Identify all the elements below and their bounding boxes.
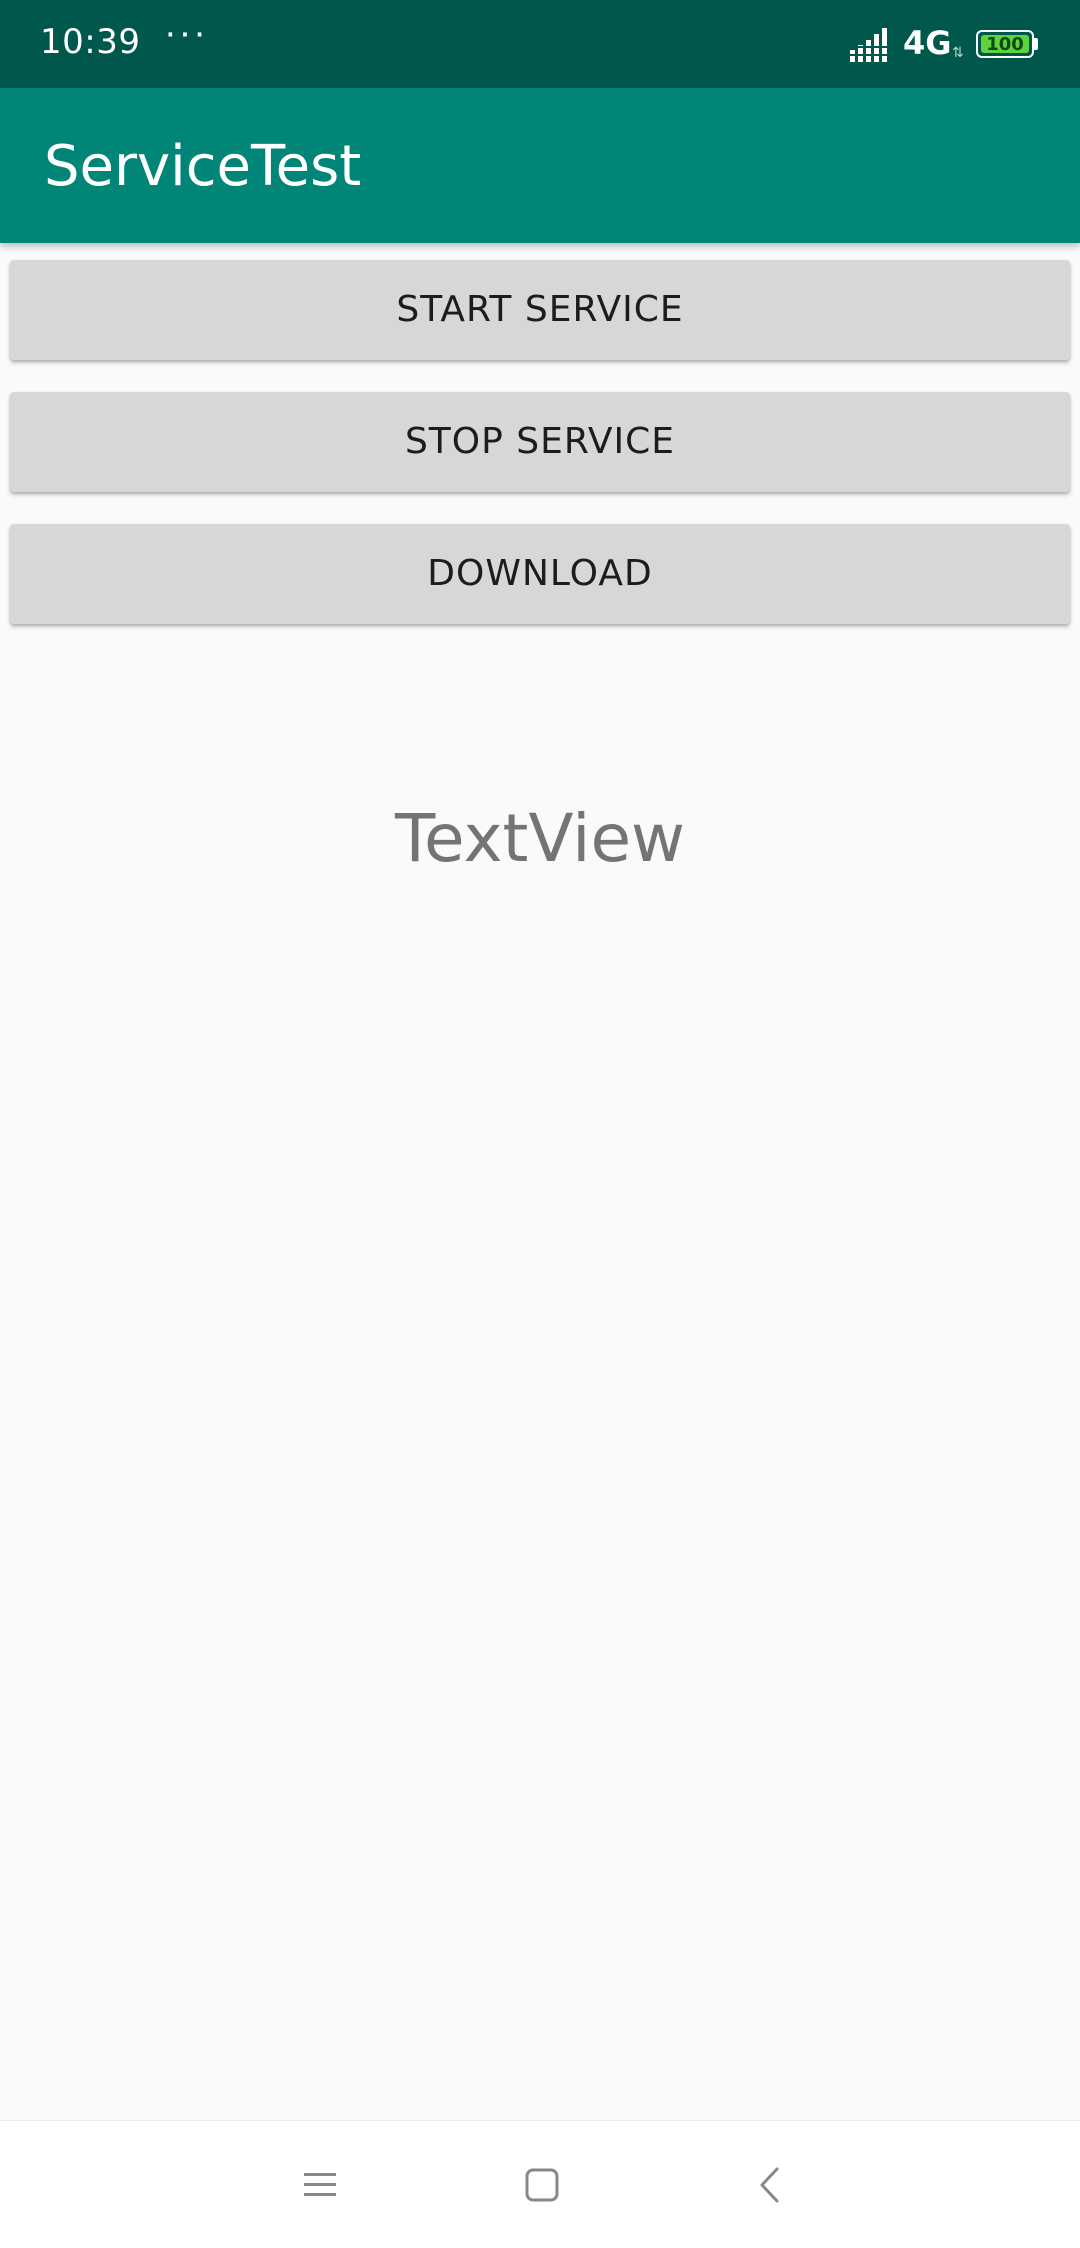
battery-tip	[1034, 38, 1038, 50]
screen: 10:39 ··· 4G ⇅ 100 ServiceTest START SER…	[0, 0, 1080, 2248]
status-time: 10:39	[40, 22, 141, 62]
battery-body: 100	[976, 30, 1034, 58]
download-button[interactable]: DOWNLOAD	[10, 524, 1070, 624]
app-bar: ServiceTest	[0, 88, 1080, 243]
text-view: TextView	[394, 800, 686, 877]
battery-icon: 100	[976, 30, 1038, 60]
home-icon[interactable]	[512, 2155, 572, 2215]
battery-level: 100	[981, 35, 1029, 55]
app-title: ServiceTest	[44, 134, 362, 199]
more-notifications-icon: ···	[164, 12, 208, 54]
navigation-bar	[0, 2120, 1080, 2248]
network-type-label: 4G	[903, 24, 952, 62]
stop-service-button[interactable]: STOP SERVICE	[10, 392, 1070, 492]
back-icon[interactable]	[740, 2155, 800, 2215]
data-activity-icon: ⇅	[952, 44, 964, 60]
status-bar: 10:39 ··· 4G ⇅ 100	[0, 0, 1080, 88]
start-service-button[interactable]: START SERVICE	[10, 260, 1070, 360]
menu-icon[interactable]	[290, 2155, 350, 2215]
signal-icon	[850, 28, 887, 62]
